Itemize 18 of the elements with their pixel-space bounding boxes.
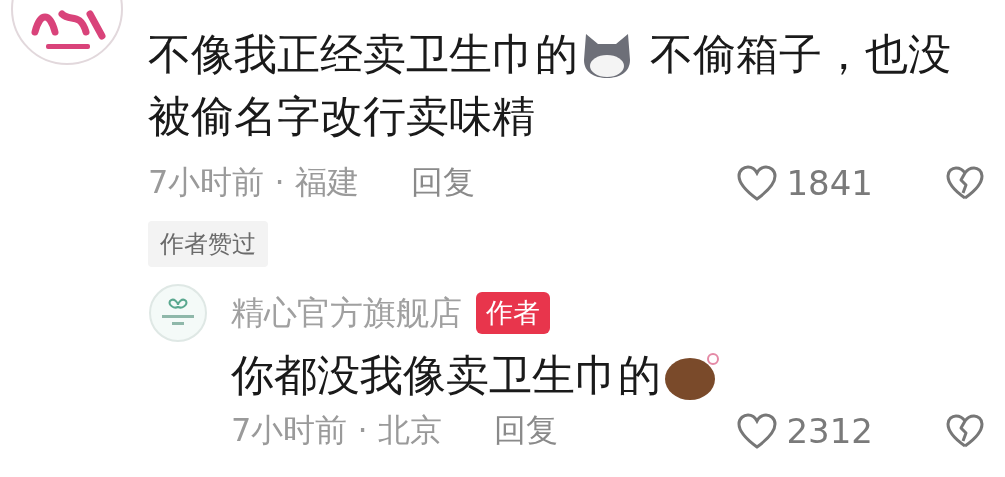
comment-text: 不偷箱子，也没	[648, 28, 951, 81]
like-button[interactable]: 1841	[736, 163, 873, 203]
author-badge: 作者	[476, 292, 550, 334]
comment-text: 你都没我像卖卫生巾的	[231, 349, 661, 402]
comment-text: 不像我正经卖卫生巾的	[148, 28, 578, 81]
broken-heart-icon	[945, 413, 985, 449]
dislike-button[interactable]	[945, 165, 985, 201]
reply-link[interactable]: 回复	[493, 409, 558, 453]
comment-text: 被偷名字改行卖味精	[148, 90, 535, 143]
time-location: 7小时前 · 北京	[231, 410, 442, 451]
broken-heart-icon	[945, 165, 985, 201]
author-liked-tag: 作者赞过	[148, 221, 268, 267]
user-name[interactable]: 精心官方旗舰店	[231, 290, 462, 336]
sticker-icon	[663, 351, 721, 401]
dislike-button[interactable]	[945, 413, 985, 449]
time-location: 7小时前 · 福建	[148, 162, 359, 203]
reply-link[interactable]: 回复	[410, 161, 475, 205]
like-button[interactable]: 2312	[736, 411, 873, 451]
